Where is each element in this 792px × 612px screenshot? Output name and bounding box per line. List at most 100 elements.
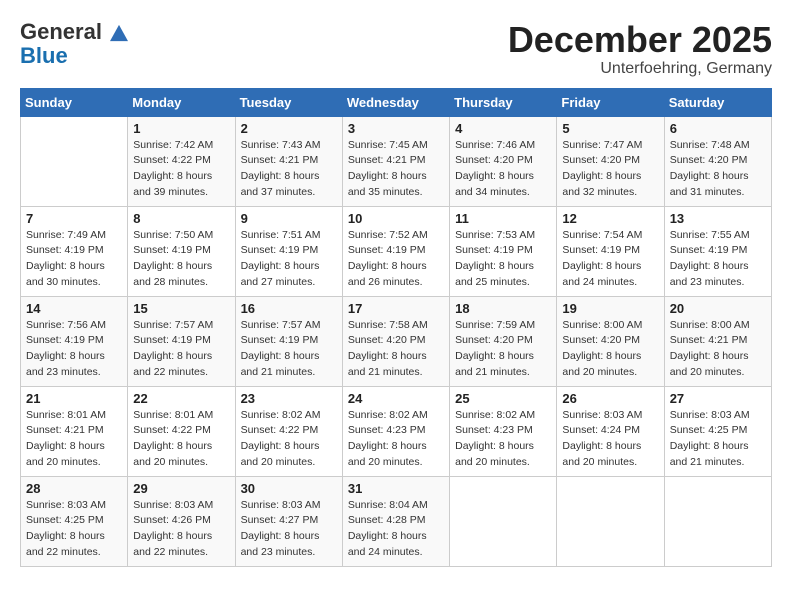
calendar-cell: 16Sunrise: 7:57 AMSunset: 4:19 PMDayligh…: [235, 296, 342, 386]
day-number: 15: [133, 301, 229, 316]
day-info: Sunrise: 7:53 AMSunset: 4:19 PMDaylight:…: [455, 228, 551, 291]
day-info: Sunrise: 7:55 AMSunset: 4:19 PMDaylight:…: [670, 228, 766, 291]
calendar-cell: [664, 476, 771, 566]
day-number: 24: [348, 391, 444, 406]
day-info: Sunrise: 7:49 AMSunset: 4:19 PMDaylight:…: [26, 228, 122, 291]
calendar-cell: [557, 476, 664, 566]
day-info: Sunrise: 8:02 AMSunset: 4:22 PMDaylight:…: [241, 408, 337, 471]
day-info: Sunrise: 7:46 AMSunset: 4:20 PMDaylight:…: [455, 138, 551, 201]
header-friday: Friday: [557, 88, 664, 116]
calendar-cell: 1 Sunrise: 7:42 AMSunset: 4:22 PMDaylight…: [128, 116, 235, 206]
day-number: 20: [670, 301, 766, 316]
day-info: Sunrise: 8:02 AMSunset: 4:23 PMDaylight:…: [455, 408, 551, 471]
calendar-cell: 15 Sunrise: 7:57 AMSunset: 4:19 PMDayligh…: [128, 296, 235, 386]
calendar-week-row: 1 Sunrise: 7:42 AMSunset: 4:22 PMDaylight…: [21, 116, 772, 206]
calendar-cell: 2 Sunrise: 7:43 AMSunset: 4:21 PMDaylight…: [235, 116, 342, 206]
day-number: 27: [670, 391, 766, 406]
day-number: 1: [133, 121, 229, 136]
day-info: Sunrise: 8:03 AMSunset: 4:25 PMDaylight:…: [26, 498, 122, 561]
day-number: 13: [670, 211, 766, 226]
calendar-cell: 31Sunrise: 8:04 AMSunset: 4:28 PMDayligh…: [342, 476, 449, 566]
day-info: Sunrise: 7:47 AMSunset: 4:20 PMDaylight:…: [562, 138, 658, 201]
day-info: Sunrise: 8:03 AMSunset: 4:24 PMDaylight:…: [562, 408, 658, 471]
day-info: Sunrise: 8:00 AMSunset: 4:21 PMDaylight:…: [670, 318, 766, 381]
day-info: Sunrise: 7:43 AMSunset: 4:21 PMDaylight:…: [241, 138, 337, 201]
day-number: 23: [241, 391, 337, 406]
day-number: 11: [455, 211, 551, 226]
calendar-cell: [21, 116, 128, 206]
logo: General Blue: [20, 20, 128, 68]
day-info: Sunrise: 7:42 AMSunset: 4:22 PMDaylight:…: [133, 138, 229, 201]
day-number: 3: [348, 121, 444, 136]
day-number: 5: [562, 121, 658, 136]
day-info: Sunrise: 7:58 AMSunset: 4:20 PMDaylight:…: [348, 318, 444, 381]
day-number: 25: [455, 391, 551, 406]
day-info: Sunrise: 7:59 AMSunset: 4:20 PMDaylight:…: [455, 318, 551, 381]
day-info: Sunrise: 8:02 AMSunset: 4:23 PMDaylight:…: [348, 408, 444, 471]
header-monday: Monday: [128, 88, 235, 116]
calendar-week-row: 21Sunrise: 8:01 AMSunset: 4:21 PMDayligh…: [21, 386, 772, 476]
day-number: 26: [562, 391, 658, 406]
day-number: 29: [133, 481, 229, 496]
calendar-week-row: 7 Sunrise: 7:49 AMSunset: 4:19 PMDaylight…: [21, 206, 772, 296]
day-info: Sunrise: 7:45 AMSunset: 4:21 PMDaylight:…: [348, 138, 444, 201]
calendar-cell: 4 Sunrise: 7:46 AMSunset: 4:20 PMDaylight…: [450, 116, 557, 206]
day-number: 4: [455, 121, 551, 136]
day-info: Sunrise: 7:54 AMSunset: 4:19 PMDaylight:…: [562, 228, 658, 291]
calendar-cell: 19 Sunrise: 8:00 AMSunset: 4:20 PMDayligh…: [557, 296, 664, 386]
day-number: 12: [562, 211, 658, 226]
day-number: 6: [670, 121, 766, 136]
day-number: 30: [241, 481, 337, 496]
calendar-cell: 6 Sunrise: 7:48 AMSunset: 4:20 PMDaylight…: [664, 116, 771, 206]
day-info: Sunrise: 8:03 AMSunset: 4:27 PMDaylight:…: [241, 498, 337, 561]
day-number: 18: [455, 301, 551, 316]
day-info: Sunrise: 7:52 AMSunset: 4:19 PMDaylight:…: [348, 228, 444, 291]
page-title: December 2025: [508, 20, 772, 60]
calendar-cell: [450, 476, 557, 566]
header-wednesday: Wednesday: [342, 88, 449, 116]
logo-triangle-icon: [110, 24, 128, 42]
calendar-table: SundayMondayTuesdayWednesdayThursdayFrid…: [20, 88, 772, 567]
calendar-cell: 22 Sunrise: 8:01 AMSunset: 4:22 PMDayligh…: [128, 386, 235, 476]
calendar-cell: 12 Sunrise: 7:54 AMSunset: 4:19 PMDayligh…: [557, 206, 664, 296]
calendar-cell: 9 Sunrise: 7:51 AMSunset: 4:19 PMDaylight…: [235, 206, 342, 296]
calendar-cell: 20 Sunrise: 8:00 AMSunset: 4:21 PMDayligh…: [664, 296, 771, 386]
day-number: 2: [241, 121, 337, 136]
day-number: 14: [26, 301, 122, 316]
calendar-cell: 13 Sunrise: 7:55 AMSunset: 4:19 PMDayligh…: [664, 206, 771, 296]
day-info: Sunrise: 7:48 AMSunset: 4:20 PMDaylight:…: [670, 138, 766, 201]
day-number: 22: [133, 391, 229, 406]
day-info: Sunrise: 7:50 AMSunset: 4:19 PMDaylight:…: [133, 228, 229, 291]
calendar-cell: 3 Sunrise: 7:45 AMSunset: 4:21 PMDaylight…: [342, 116, 449, 206]
header-sunday: Sunday: [21, 88, 128, 116]
calendar-cell: 18 Sunrise: 7:59 AMSunset: 4:20 PMDayligh…: [450, 296, 557, 386]
day-info: Sunrise: 8:00 AMSunset: 4:20 PMDaylight:…: [562, 318, 658, 381]
calendar-week-row: 28Sunrise: 8:03 AMSunset: 4:25 PMDayligh…: [21, 476, 772, 566]
day-number: 9: [241, 211, 337, 226]
logo-general: General: [20, 20, 128, 44]
day-number: 7: [26, 211, 122, 226]
calendar-cell: 11 Sunrise: 7:53 AMSunset: 4:19 PMDayligh…: [450, 206, 557, 296]
day-number: 31: [348, 481, 444, 496]
calendar-cell: 25 Sunrise: 8:02 AMSunset: 4:23 PMDayligh…: [450, 386, 557, 476]
calendar-cell: 23 Sunrise: 8:02 AMSunset: 4:22 PMDayligh…: [235, 386, 342, 476]
day-number: 10: [348, 211, 444, 226]
day-info: Sunrise: 7:57 AMSunset: 4:19 PMDaylight:…: [241, 318, 337, 381]
calendar-cell: 10 Sunrise: 7:52 AMSunset: 4:19 PMDayligh…: [342, 206, 449, 296]
day-info: Sunrise: 8:01 AMSunset: 4:22 PMDaylight:…: [133, 408, 229, 471]
day-number: 17: [348, 301, 444, 316]
day-number: 21: [26, 391, 122, 406]
header-thursday: Thursday: [450, 88, 557, 116]
page-header: General Blue December 2025 Unterfoehring…: [20, 20, 772, 78]
calendar-cell: 14 Sunrise: 7:56 AMSunset: 4:19 PMDayligh…: [21, 296, 128, 386]
calendar-week-row: 14 Sunrise: 7:56 AMSunset: 4:19 PMDayligh…: [21, 296, 772, 386]
calendar-cell: 5 Sunrise: 7:47 AMSunset: 4:20 PMDaylight…: [557, 116, 664, 206]
day-info: Sunrise: 7:57 AMSunset: 4:19 PMDaylight:…: [133, 318, 229, 381]
day-info: Sunrise: 7:51 AMSunset: 4:19 PMDaylight:…: [241, 228, 337, 291]
day-info: Sunrise: 8:03 AMSunset: 4:25 PMDaylight:…: [670, 408, 766, 471]
day-number: 19: [562, 301, 658, 316]
calendar-cell: 17 Sunrise: 7:58 AMSunset: 4:20 PMDayligh…: [342, 296, 449, 386]
day-info: Sunrise: 7:56 AMSunset: 4:19 PMDaylight:…: [26, 318, 122, 381]
header-saturday: Saturday: [664, 88, 771, 116]
header-tuesday: Tuesday: [235, 88, 342, 116]
